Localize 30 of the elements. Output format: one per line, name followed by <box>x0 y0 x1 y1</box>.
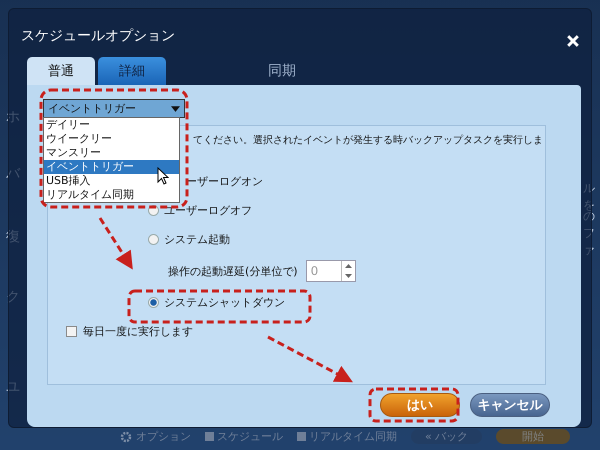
window-title: スケジュールオプション <box>21 26 175 44</box>
bottom-bar-item[interactable]: オプション <box>136 430 191 443</box>
cancel-button[interactable]: キャンセル <box>470 393 550 417</box>
radio-option[interactable]: システムシャットダウン <box>148 294 285 311</box>
daily-checkbox[interactable]: 毎日一度に実行します <box>66 324 193 339</box>
caret-icon <box>171 106 180 112</box>
dropdown-option[interactable]: リアルタイム同期 <box>44 188 179 202</box>
arrow <box>98 217 133 270</box>
schedule-type-dropdown[interactable]: イベントトリガー <box>43 99 185 118</box>
dropdown-option[interactable]: USB挿入 <box>44 174 179 188</box>
bottom-bar-item[interactable]: スケジュール <box>205 430 283 443</box>
dropdown-option[interactable]: イベントトリガー <box>44 160 179 174</box>
start-button[interactable]: 開始 <box>496 429 570 444</box>
description-text: てください。選択されたイベントが発生する時バックアップタスクを実行しま <box>193 134 543 148</box>
back-button[interactable]: « バック <box>411 429 482 444</box>
mouse-cursor-icon <box>157 167 169 185</box>
ok-button[interactable]: はい <box>380 393 460 417</box>
delay-label: 操作の起動遅延(分単位で) <box>168 264 298 278</box>
spin-arrows-icon <box>340 261 355 281</box>
tab[interactable]: 普通 <box>27 57 95 85</box>
section-title: 同期 <box>268 62 296 80</box>
close-button[interactable] <box>565 32 581 48</box>
bottom-bar-item[interactable]: リアルタイム同期 <box>297 430 397 443</box>
radio-option[interactable]: システム起動 <box>148 231 230 248</box>
gear-icon <box>120 430 132 442</box>
dropdown-option[interactable]: マンスリー <box>44 146 179 160</box>
tab[interactable]: 詳細 <box>98 57 166 85</box>
delay-spinbox[interactable]: 0 <box>306 260 356 282</box>
dropdown-option[interactable]: デイリー <box>44 118 179 132</box>
dropdown-option[interactable]: ウイークリー <box>44 132 179 146</box>
